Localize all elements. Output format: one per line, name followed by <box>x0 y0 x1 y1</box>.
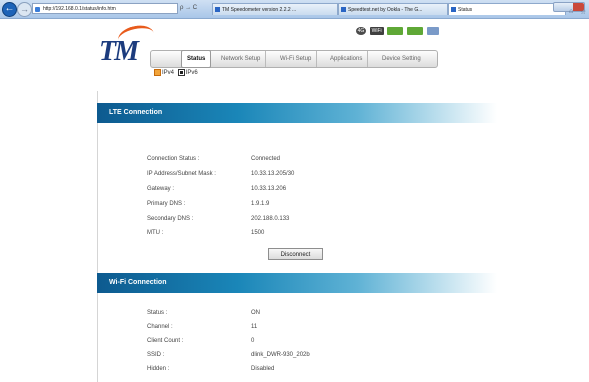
lte-label-mtu: MTU : <box>147 230 164 236</box>
wifi-label-channel: Channel : <box>147 324 173 330</box>
wifi-value-status: ON <box>251 310 260 316</box>
lte-value-secondary-dns: 202.188.0.133 <box>251 216 290 222</box>
signal-strength-icon <box>387 27 404 35</box>
wifi-section-title: Wi-Fi Connection <box>97 273 497 293</box>
browser-titlebar: ← → http://192.168.0.1/status/info.htm ρ… <box>0 0 589 19</box>
tab-favicon-icon <box>451 7 456 12</box>
lte-value-gateway: 10.33.13.206 <box>251 186 287 192</box>
lte-section-title: LTE Connection <box>97 103 497 123</box>
wifi-label-hidden: Hidden : <box>147 366 170 372</box>
main-nav: Status Network Setup Wi-Fi Setup Applica… <box>150 50 438 68</box>
ip-version-toggle: IPv4 IPv6 <box>154 69 200 76</box>
lte-label-gateway: Gateway : <box>147 186 175 192</box>
tab-label: Status <box>458 7 473 13</box>
status-icons: 4G WiFi <box>356 27 441 36</box>
address-bar[interactable]: http://192.168.0.1/status/info.htm <box>32 3 178 14</box>
wifi-label-status: Status : <box>147 310 168 316</box>
lte-value-ip-address: 10.33.13.205/30 <box>251 171 295 177</box>
tab-favicon-icon <box>215 7 220 12</box>
wifi-value-client-count: 0 <box>251 338 255 344</box>
tab-device-setting[interactable]: Device Setting <box>377 51 426 67</box>
wifi-value-hidden: Disabled <box>251 366 275 372</box>
arrow-right-icon: → <box>20 4 29 14</box>
lte-value-connection-status: Connected <box>251 156 281 162</box>
tm-logo: TM <box>99 36 139 67</box>
lte-value-primary-dns: 1.9.1.9 <box>251 201 270 207</box>
lte-label-ip-address: IP Address/Subnet Mask : <box>147 171 216 177</box>
device-icon <box>426 27 439 35</box>
ipv4-radio[interactable] <box>154 69 161 76</box>
arrow-left-icon: ← <box>4 3 15 14</box>
ipv6-label: IPv6 <box>185 69 198 76</box>
tab-applications[interactable]: Applications <box>325 51 369 67</box>
wifi-value-channel: 11 <box>251 324 258 330</box>
address-text: http://192.168.0.1/status/info.htm <box>43 6 116 12</box>
lte-value-mtu: 1500 <box>251 230 265 236</box>
back-button[interactable]: ← <box>2 2 17 17</box>
lte-label-primary-dns: Primary DNS : <box>147 201 186 207</box>
wifi-label-client-count: Client Count : <box>147 338 184 344</box>
favorites-star-icon[interactable]: ☆ <box>580 8 588 16</box>
tab-favicon-icon <box>341 7 346 12</box>
tab-network-setup[interactable]: Network Setup <box>216 51 267 67</box>
lte-icon: 4G <box>356 27 366 35</box>
battery-icon <box>407 27 424 35</box>
tab-status[interactable]: Status × <box>448 3 566 15</box>
disconnect-button[interactable]: Disconnect <box>268 248 323 260</box>
lte-label-connection-status: Connection Status : <box>147 156 200 162</box>
tab-label: Speedtest.net by Ookla - The G... <box>348 7 423 13</box>
home-icon[interactable]: ⌂ <box>569 8 577 16</box>
lte-label-secondary-dns: Secondary DNS : <box>147 216 194 222</box>
tab-wifi-setup[interactable]: Wi-Fi Setup <box>275 51 318 67</box>
address-tools[interactable]: ρ → C <box>180 3 197 14</box>
wifi-icon: WiFi <box>369 27 384 35</box>
ipv4-label: IPv4 <box>162 69 175 76</box>
tab-status-nav[interactable]: Status <box>181 50 212 68</box>
wifi-label-ssid: SSID : <box>147 352 165 358</box>
ipv6-radio[interactable] <box>177 69 185 76</box>
tab-speedtest[interactable]: Speedtest.net by Ookla - The G... <box>338 3 448 15</box>
page-favicon-icon <box>35 7 40 12</box>
tab-label: TM Speedometer version 2.2.2 ... <box>222 7 297 13</box>
tab-tm-speedometer[interactable]: TM Speedometer version 2.2.2 ... <box>212 3 338 15</box>
forward-button[interactable]: → <box>17 2 32 17</box>
wifi-value-ssid: dlink_DWR-930_202b <box>251 352 310 358</box>
